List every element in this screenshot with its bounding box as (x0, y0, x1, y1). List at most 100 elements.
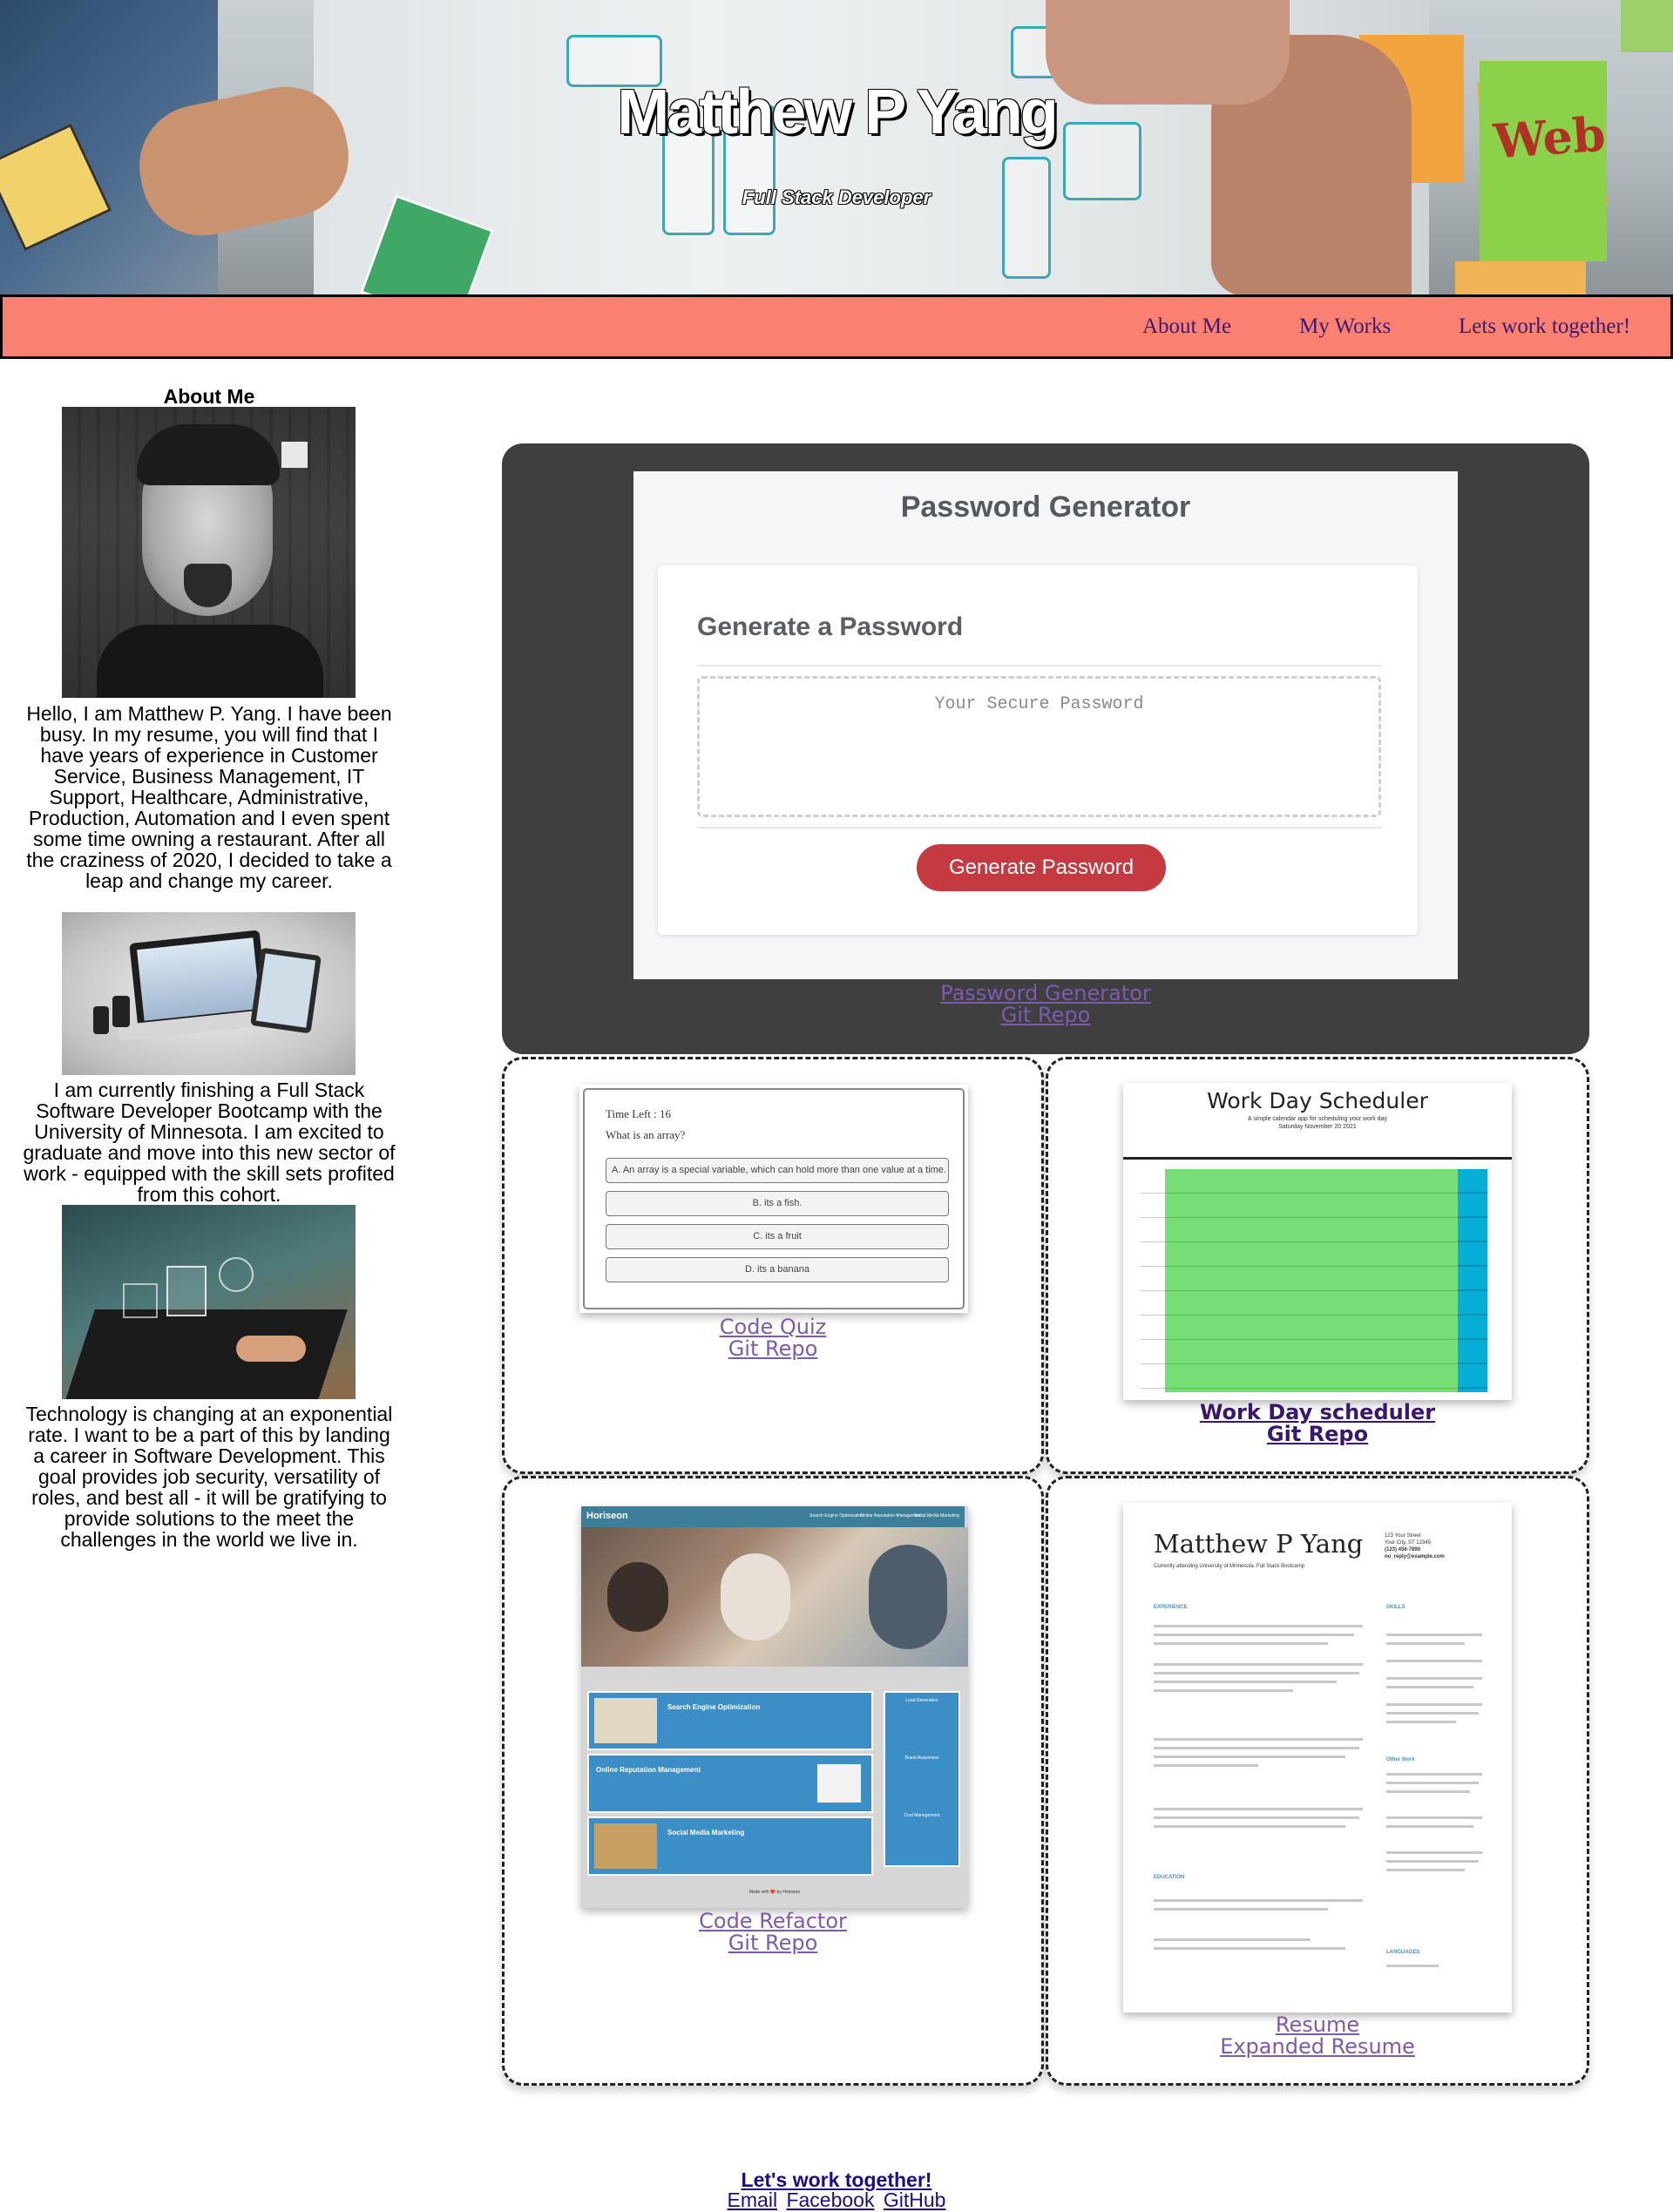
nav-lets-work-together[interactable]: Lets work together! (1459, 315, 1630, 339)
password-generator-repo-link[interactable]: Git Repo (1001, 1003, 1091, 1027)
hz-sidebar: Lead Generation Brand Awareness Cost Man… (884, 1691, 960, 1867)
hz-section-title: Online Reputation Management (596, 1766, 701, 1774)
resume-text-line (1386, 1773, 1482, 1776)
code-quiz-repo-link[interactable]: Git Repo (728, 1336, 818, 1361)
divider (697, 665, 1381, 666)
resume-text-line (1154, 1747, 1359, 1749)
pg-links: Password Generator Git Repo (502, 983, 1589, 1026)
ws-save-buttons (1458, 1169, 1487, 1392)
hz-section-title: Search Engine Optimization (667, 1703, 761, 1711)
hz-nav-item: Online Reputation Management (860, 1513, 922, 1519)
resume-screenshot[interactable]: Matthew P Yang Currently attending Unive… (1123, 1503, 1512, 2012)
divider (697, 827, 1381, 829)
pg-screen-title: Password Generator (900, 490, 1191, 524)
technology-image (62, 1205, 356, 1399)
refactor-links: Code Refactor Git Repo (502, 1911, 1044, 1954)
work-day-scheduler-repo-link[interactable]: Git Repo (1267, 1422, 1368, 1446)
resume-text-line (1386, 1790, 1470, 1793)
resume-text-line (1386, 1851, 1482, 1854)
hz-section: Search Engine Optimization (587, 1691, 873, 1750)
hz-side-item: Brand Awareness (904, 1755, 939, 1761)
hz-brand: Horiseon (586, 1511, 628, 1521)
ws-screen-sub: A simple calendar app for scheduling you… (1248, 1116, 1387, 1122)
resume-text-line (1154, 1625, 1363, 1627)
hz-section: Social Media Marketing (587, 1816, 873, 1876)
resume-text-line (1154, 1738, 1363, 1741)
quiz-frame: Time Left : 16 What is an array? A. An a… (583, 1088, 965, 1309)
resume-text-line (1154, 1634, 1354, 1636)
quiz-option: A. An array is a special variable, which… (606, 1158, 949, 1183)
site-subtitle: Full Stack Developer (742, 186, 931, 208)
work-day-scheduler-screenshot[interactable]: Work Day Scheduler A simple calendar app… (1123, 1083, 1512, 1400)
pg-inner-card: Generate a Password Your Secure Password… (658, 565, 1418, 935)
footer-github-link[interactable]: GitHub (884, 2188, 946, 2211)
work-day-scheduler-link[interactable]: Work Day scheduler (1200, 1400, 1435, 1424)
hz-hero-image (581, 1527, 968, 1667)
resume-text-line (1154, 1825, 1345, 1828)
resume-text-line (1386, 1721, 1456, 1723)
resume-contact: 123 Your Street Your City, ST 12345 (123… (1385, 1532, 1445, 1560)
sticky-note-orange (1455, 261, 1586, 294)
resume-name: Matthew P Yang (1154, 1529, 1364, 1559)
code-refactor-link[interactable]: Code Refactor (699, 1909, 847, 1933)
resume-text-line (1154, 1908, 1328, 1911)
hero-sketch (1002, 157, 1051, 279)
resume-link[interactable]: Resume (1276, 2012, 1359, 2037)
password-generator-screenshot[interactable]: Password Generator Generate a Password Y… (633, 471, 1458, 979)
resume-text-line (1386, 1703, 1482, 1706)
code-refactor-repo-link[interactable]: Git Repo (728, 1931, 818, 1955)
pg-generate-button: Generate Password (917, 844, 1166, 891)
resume-text-line (1386, 1816, 1482, 1819)
devices-image (62, 912, 356, 1075)
footer-links: Email Facebook GitHub (0, 2188, 1673, 2212)
resume-text-line (1154, 1663, 1363, 1666)
hz-header: Horiseon Search Engine Optimization Onli… (581, 1506, 965, 1527)
resume-text-line (1154, 1672, 1359, 1674)
resume-text-line (1386, 1686, 1473, 1688)
resume-text-line (1386, 1642, 1465, 1645)
resume-text-line (1386, 1782, 1479, 1784)
code-quiz-screenshot[interactable]: Time Left : 16 What is an array? A. An a… (579, 1085, 968, 1313)
pg-password-textarea: Your Secure Password (697, 676, 1381, 817)
password-generator-link[interactable]: Password Generator (940, 981, 1151, 1005)
about-paragraph: Technology is changing at an exponential… (25, 1403, 393, 1551)
resume-text-line (1154, 1816, 1359, 1819)
hz-section: Online Reputation Management (587, 1754, 873, 1813)
resume-text-line (1386, 1825, 1473, 1828)
code-quiz-link[interactable]: Code Quiz (720, 1315, 826, 1339)
quiz-links: Code Quiz Git Repo (502, 1316, 1044, 1360)
expanded-resume-link[interactable]: Expanded Resume (1220, 2034, 1415, 2059)
footer-facebook-link[interactable]: Facebook (786, 2188, 874, 2211)
resume-text-line (1154, 1899, 1363, 1902)
scheduler-links: Work Day scheduler Git Repo (1046, 1402, 1589, 1445)
resume-text-line (1386, 1869, 1465, 1871)
quiz-option: D. its a banana (606, 1257, 949, 1282)
pg-card-title: Generate a Password (697, 612, 964, 641)
resume-text-line (1154, 1642, 1328, 1645)
nav-about-me[interactable]: About Me (1142, 315, 1231, 339)
resume-tagline: Currently attending University of Minnes… (1154, 1564, 1305, 1569)
ws-screen-date: Saturday November 20 2021 (1278, 1124, 1357, 1130)
code-refactor-screenshot[interactable]: Horiseon Search Engine Optimization Onli… (581, 1506, 968, 1908)
resume-text-line (1154, 1947, 1345, 1950)
nav-my-works[interactable]: My Works (1299, 315, 1391, 339)
divider (1123, 1157, 1512, 1160)
quiz-option: B. its a fish. (606, 1191, 949, 1216)
resume-text-line (1154, 1755, 1345, 1758)
resume-contact-line: (123) 456-7890 (1385, 1547, 1421, 1552)
resume-links: Resume Expanded Resume (1046, 2014, 1589, 2058)
resume-section-heading: EXPERIENCE (1154, 1605, 1188, 1610)
resume-text-line (1154, 1938, 1311, 1941)
hz-nav-item: Social Media Marketing (914, 1513, 959, 1519)
quiz-option: C. its a fruit (606, 1224, 949, 1249)
resume-text-line (1386, 1860, 1479, 1863)
footer-email-link[interactable]: Email (728, 2188, 778, 2211)
resume-text-line (1154, 1764, 1258, 1767)
hz-section-title: Social Media Marketing (667, 1829, 745, 1837)
resume-text-line (1386, 1660, 1482, 1662)
resume-text-line (1386, 1634, 1482, 1636)
ws-row-lines (1165, 1169, 1458, 1392)
resume-section-heading: Other Work (1386, 1757, 1415, 1762)
resume-text-line (1386, 1712, 1479, 1715)
resume-contact-line: no_reply@example.com (1385, 1554, 1445, 1559)
